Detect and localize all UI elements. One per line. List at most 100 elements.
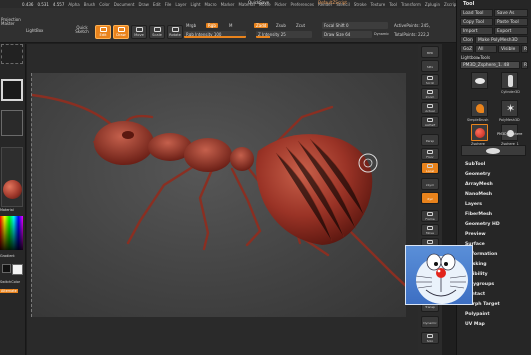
dynamic-button[interactable]: Dynamic xyxy=(374,32,389,36)
frame-button[interactable]: Frame xyxy=(421,210,439,222)
zsub-button[interactable]: Zsub xyxy=(276,23,286,28)
z-intensity-slider[interactable]: Z Intensity 25 xyxy=(256,31,312,38)
paste-tool-button[interactable]: Paste Tool xyxy=(494,18,528,26)
switch-color-button[interactable]: SwitchColor xyxy=(0,280,20,284)
move-view-button[interactable]: Move xyxy=(421,224,439,236)
menu-color[interactable]: Color xyxy=(99,2,109,7)
leg-mid-left xyxy=(230,167,262,247)
lightbox-button[interactable]: LightBox xyxy=(26,28,43,33)
make-polymesh-button[interactable]: Make PolyMesh3D xyxy=(475,36,528,44)
menu-document[interactable]: Document xyxy=(114,2,135,7)
zadd-button[interactable]: Zadd xyxy=(254,23,269,28)
menu-transform[interactable]: Transform xyxy=(401,2,421,7)
draw-size-slider[interactable]: Draw Size 64 xyxy=(322,31,372,38)
dynamic-shelf-button[interactable]: Dynamic xyxy=(421,316,439,328)
lightbox-tools-link[interactable]: Lightbox▸Tools xyxy=(461,55,490,60)
tool-thumb-polymesh[interactable]: ✶ xyxy=(501,100,518,117)
goz-button[interactable]: GoZ xyxy=(460,45,474,53)
current-tool-selector[interactable]: PM3D_Zsphere_1. 48 xyxy=(460,61,520,69)
move-button[interactable]: Move xyxy=(131,25,147,39)
draw-icon xyxy=(117,27,125,32)
actual-button[interactable]: Actual xyxy=(421,102,439,114)
scale-button[interactable]: Scale xyxy=(149,25,165,39)
menu-edit[interactable]: Edit xyxy=(153,2,161,7)
all-button[interactable]: All xyxy=(475,45,497,53)
section-preview[interactable]: Preview xyxy=(465,232,486,237)
material-sphere-icon xyxy=(3,180,22,199)
section-subtool[interactable]: SubTool xyxy=(465,162,485,167)
document-canvas[interactable] xyxy=(31,73,406,317)
section-nanomesh[interactable]: NanoMesh xyxy=(465,192,492,197)
lsym-button[interactable]: LSym xyxy=(421,178,439,190)
menu-light[interactable]: Light xyxy=(191,2,201,7)
r-button[interactable]: R xyxy=(521,45,528,53)
section-arraymesh[interactable]: ArrayMesh xyxy=(465,182,493,187)
solo-button[interactable]: Solo xyxy=(421,332,439,344)
menu-stroke[interactable]: Stroke xyxy=(354,2,367,7)
menu-file[interactable]: File xyxy=(165,2,172,7)
xyz-button[interactable]: Xyz xyxy=(421,192,439,204)
current-tool-r[interactable]: R xyxy=(521,61,528,69)
m-button[interactable]: M xyxy=(229,23,232,28)
quick-sketch-button[interactable]: Quick Sketch xyxy=(70,26,94,34)
rotate-button[interactable]: Rotate xyxy=(167,25,183,39)
floor-button[interactable]: Floor xyxy=(421,148,439,160)
spix-button[interactable]: SPix xyxy=(421,60,439,72)
gradient-label[interactable]: Gradient xyxy=(0,254,15,258)
draw-button[interactable]: Draw xyxy=(113,25,129,39)
ant-thorax xyxy=(184,138,232,172)
menu-layer[interactable]: Layer xyxy=(175,2,186,7)
persp-button[interactable]: Persp xyxy=(421,134,439,146)
quicksave-button[interactable]: QuickSave xyxy=(248,0,269,5)
section-geometry-hd[interactable]: Geometry HD xyxy=(465,222,500,227)
section-uv-map[interactable]: UV Map xyxy=(465,322,485,327)
menu-preferences[interactable]: Preferences xyxy=(290,2,314,7)
bpr-button[interactable]: BPR xyxy=(421,46,439,58)
material-slot[interactable] xyxy=(1,147,23,207)
menu-marker[interactable]: Marker xyxy=(221,2,235,7)
copy-tool-button[interactable]: Copy Tool xyxy=(460,18,493,26)
tool-thumb-pm3d-zsphere[interactable] xyxy=(471,72,488,89)
texture-slot[interactable] xyxy=(1,79,23,101)
section-layers[interactable]: Layers xyxy=(465,202,482,207)
section-geometry[interactable]: Geometry xyxy=(465,172,490,177)
rgb-button[interactable]: Rgb xyxy=(206,23,218,28)
tool-thumb-zsphere[interactable] xyxy=(471,124,488,141)
visible-button[interactable]: Visible xyxy=(498,45,520,53)
main-color-swatch[interactable] xyxy=(2,264,11,273)
rgb-intensity-slider[interactable]: Rgb Intensity 100 xyxy=(184,31,246,38)
ant-model xyxy=(32,93,406,288)
section-fibermesh[interactable]: FiberMesh xyxy=(465,212,492,217)
load-tool-button[interactable]: Load Tool xyxy=(460,9,493,17)
mrgb-button[interactable]: Mrgb xyxy=(186,23,196,28)
scroll-button[interactable]: Scroll xyxy=(421,74,439,86)
secondary-color-swatch[interactable] xyxy=(12,264,23,275)
stroke-slot[interactable] xyxy=(1,110,23,136)
projection-master-button[interactable]: Projection Master xyxy=(1,18,23,26)
tool-thumb-pm3d-zsphere-2[interactable] xyxy=(461,145,526,156)
menu-texture[interactable]: Texture xyxy=(371,2,386,7)
section-polypaint[interactable]: Polypaint xyxy=(465,312,490,317)
menu-picker[interactable]: Picker xyxy=(275,2,287,7)
import-button[interactable]: Import xyxy=(460,27,493,35)
alpha-slot[interactable] xyxy=(1,44,23,64)
menu-brush[interactable]: Brush xyxy=(84,2,96,7)
tool-thumb-cylinder[interactable] xyxy=(501,72,518,89)
menu-macro[interactable]: Macro xyxy=(205,2,217,7)
menu-tool[interactable]: Tool xyxy=(389,2,397,7)
color-picker[interactable] xyxy=(0,216,23,250)
focal-shift-slider[interactable]: Focal Shift 0 xyxy=(322,22,388,29)
zcut-button[interactable]: Zcut xyxy=(296,23,305,28)
clone-button[interactable]: Clone xyxy=(460,36,474,44)
aahalf-button[interactable]: AAHalf xyxy=(421,116,439,128)
tool-thumb-simplebrush[interactable] xyxy=(471,100,488,117)
save-as-button[interactable]: Save As xyxy=(494,9,528,17)
export-button[interactable]: Export xyxy=(494,27,528,35)
menu-draw[interactable]: Draw xyxy=(138,2,148,7)
alternate-button[interactable]: Alternate xyxy=(0,289,18,293)
menu-alpha[interactable]: Alpha xyxy=(68,2,79,7)
menu-zplugin[interactable]: Zplugin xyxy=(425,2,440,7)
zoom-button[interactable]: Zoom xyxy=(421,88,439,100)
local-button[interactable]: Local xyxy=(421,162,439,174)
edit-button[interactable]: Edit xyxy=(95,25,111,39)
